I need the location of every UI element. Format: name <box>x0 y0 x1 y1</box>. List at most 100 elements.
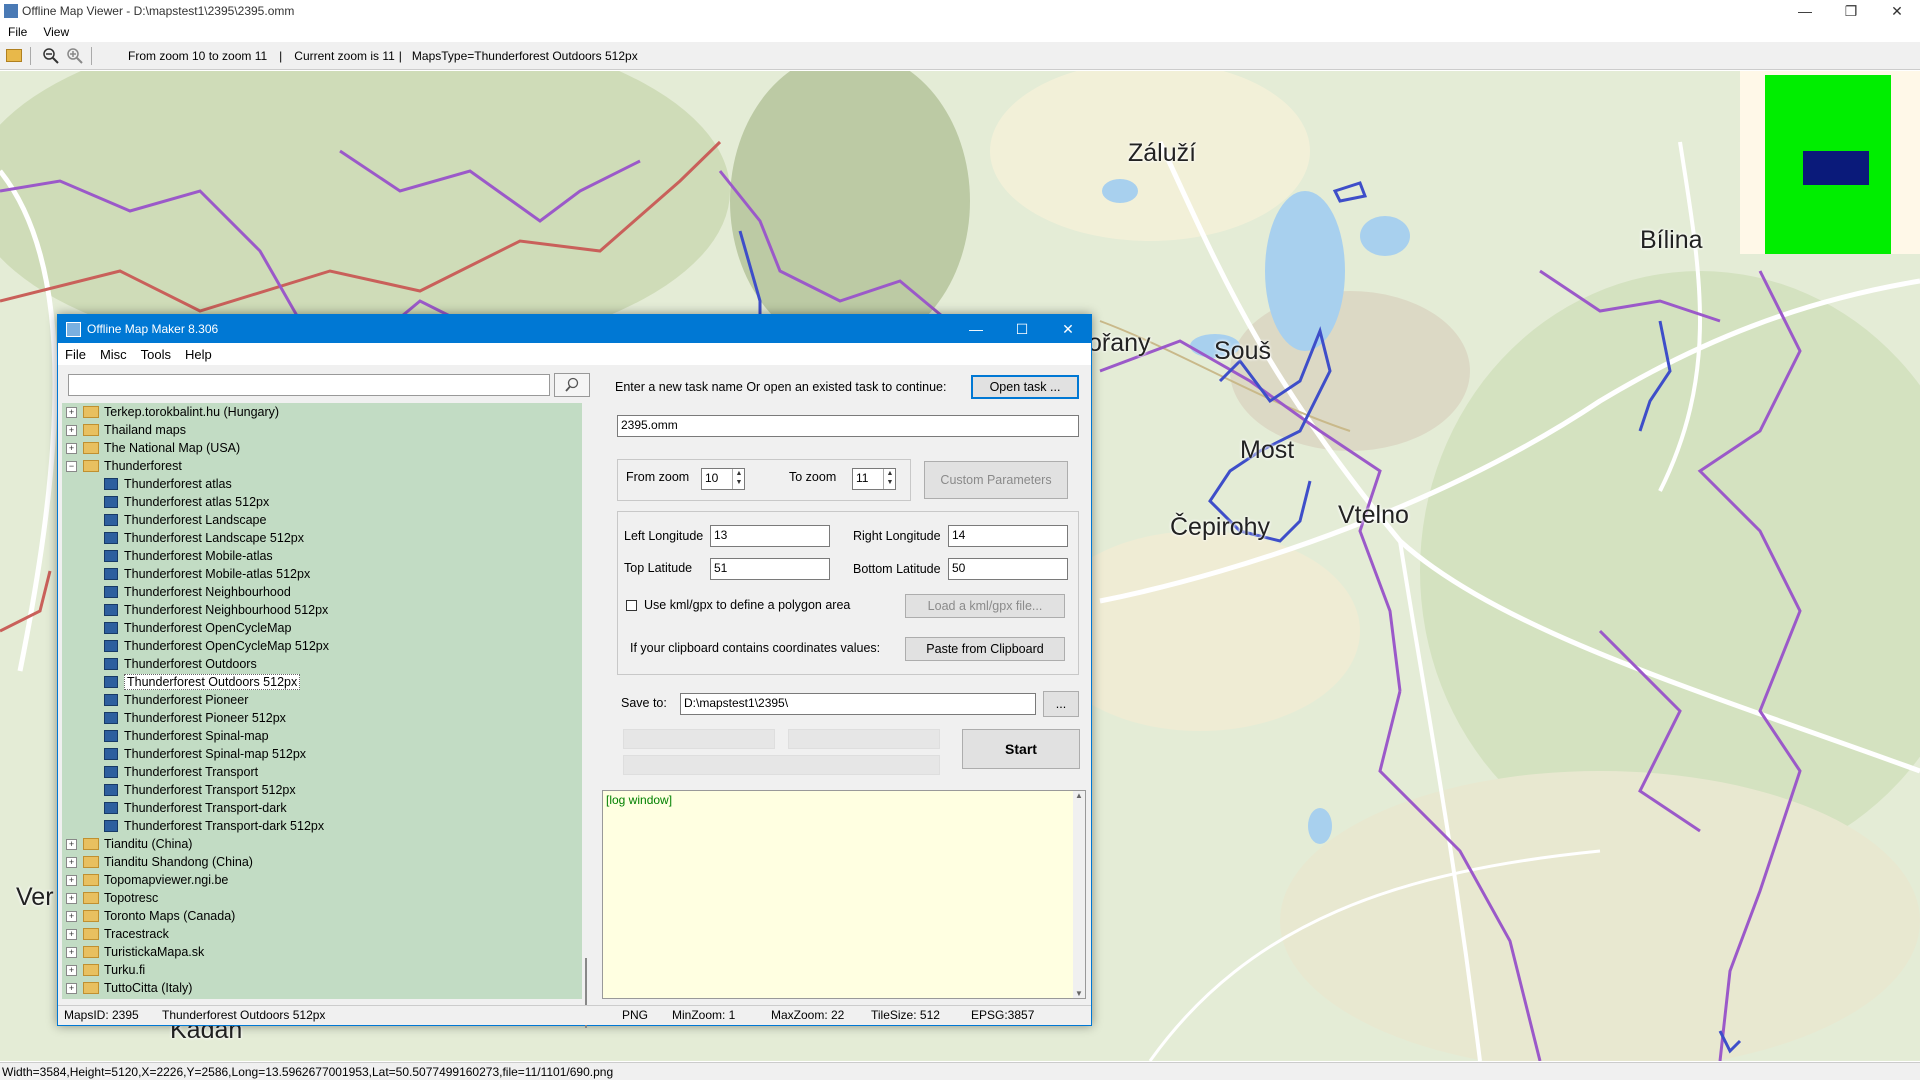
tree-map-row[interactable]: Thunderforest Transport <box>104 763 258 781</box>
tree-map-row[interactable]: Thunderforest Spinal-map <box>104 727 269 745</box>
tree-map-row[interactable]: Thunderforest OpenCycleMap <box>104 619 291 637</box>
log-window[interactable]: [log window] ▲ ▼ <box>602 790 1086 999</box>
maker-menu-file[interactable]: File <box>58 347 93 362</box>
maker-minimize-icon[interactable]: — <box>953 315 999 343</box>
expand-icon[interactable]: + <box>66 424 77 436</box>
minimize-icon[interactable]: — <box>1782 0 1828 22</box>
tree-map-row[interactable]: Thunderforest Neighbourhood 512px <box>104 601 328 619</box>
browse-button[interactable]: ... <box>1043 691 1079 717</box>
tree-map-row[interactable]: Thunderforest Pioneer <box>104 691 248 709</box>
paste-clipboard-button[interactable]: Paste from Clipboard <box>905 637 1065 661</box>
expand-icon[interactable]: + <box>66 874 77 886</box>
load-kml-button[interactable]: Load a kml/gpx file... <box>905 594 1065 618</box>
tree-map-row[interactable]: Thunderforest Outdoors 512px <box>104 673 301 691</box>
left-longitude-field[interactable]: 13 <box>710 525 830 547</box>
menu-view[interactable]: View <box>35 25 77 39</box>
tree-folder-row[interactable]: + Tianditu (China) <box>66 835 192 853</box>
log-scrollbar[interactable]: ▲ ▼ <box>1073 791 1085 998</box>
expand-icon[interactable]: + <box>66 964 77 976</box>
maker-menu-tools[interactable]: Tools <box>134 347 178 362</box>
expand-icon[interactable]: + <box>66 982 77 994</box>
tree-map-row[interactable]: Thunderforest atlas <box>104 475 232 493</box>
tree-folder-row[interactable]: + TuristickaMapa.sk <box>66 943 204 961</box>
tree-map-row[interactable]: Thunderforest Pioneer 512px <box>104 709 286 727</box>
tree-map-row[interactable]: Thunderforest Outdoors <box>104 655 257 673</box>
maps-tree[interactable]: + Terkep.torokbalint.hu (Hungary) + Thailan… <box>62 403 582 999</box>
tree-folder-row[interactable]: + Topotresc <box>66 889 158 907</box>
tree-folder-row[interactable]: + Toronto Maps (Canada) <box>66 907 235 925</box>
expand-icon[interactable]: + <box>66 838 77 850</box>
restore-icon[interactable]: ❐ <box>1828 0 1874 22</box>
toolbar-text-separator: | <box>279 48 283 63</box>
tree-folder-row[interactable]: + Terkep.torokbalint.hu (Hungary) <box>66 403 279 421</box>
tree-map-row[interactable]: Thunderforest Transport-dark <box>104 799 287 817</box>
tree-map-row[interactable]: Thunderforest Spinal-map 512px <box>104 745 306 763</box>
tree-folder-row[interactable]: + Turku.fi <box>66 961 145 979</box>
expand-icon[interactable]: + <box>66 910 77 922</box>
top-latitude-field[interactable]: 51 <box>710 558 830 580</box>
zoom-out-icon[interactable] <box>41 46 61 66</box>
open-task-button[interactable]: Open task ... <box>971 375 1079 399</box>
tree-folder-row[interactable]: + Topomapviewer.ngi.be <box>66 871 228 889</box>
tree-map-row[interactable]: Thunderforest Landscape <box>104 511 266 529</box>
expand-icon[interactable]: + <box>66 946 77 958</box>
tree-scrollbar[interactable] <box>582 403 594 1028</box>
tree-map-row[interactable]: Thunderforest Transport 512px <box>104 781 296 799</box>
tree-map-row[interactable]: Thunderforest OpenCycleMap 512px <box>104 637 329 655</box>
minimap-viewport[interactable] <box>1803 151 1869 185</box>
folder-icon <box>83 406 99 418</box>
start-button[interactable]: Start <box>962 729 1080 769</box>
collapse-icon[interactable]: − <box>66 460 77 472</box>
scroll-down-icon[interactable]: ▼ <box>1073 989 1085 998</box>
city-label: Čepirohy <box>1170 513 1271 541</box>
custom-parameters-button[interactable]: Custom Parameters <box>924 461 1068 499</box>
from-zoom-spinner[interactable]: ▲ ▼ <box>732 469 745 489</box>
tree-map-row[interactable]: Thunderforest Neighbourhood <box>104 583 291 601</box>
tree-folder-row[interactable]: + Thailand maps <box>66 421 186 439</box>
tree-folder-row[interactable]: + Tianditu Shandong (China) <box>66 853 253 871</box>
folder-icon <box>83 910 99 922</box>
expand-icon[interactable]: + <box>66 892 77 904</box>
map-search-input[interactable] <box>68 374 550 396</box>
expand-icon[interactable]: + <box>66 406 77 418</box>
open-folder-icon[interactable] <box>4 46 24 66</box>
status-min-zoom: MinZoom: 1 <box>672 1008 736 1022</box>
map-icon <box>104 712 118 724</box>
overview-minimap[interactable] <box>1740 71 1920 254</box>
progress-bar-total <box>623 755 940 775</box>
scroll-up-icon[interactable]: ▲ <box>1073 791 1085 800</box>
kml-checkbox[interactable] <box>626 600 637 611</box>
tree-folder-row[interactable]: + TuttoCitta (Italy) <box>66 979 192 997</box>
maker-maximize-icon[interactable]: ☐ <box>999 315 1045 343</box>
zoom-in-icon[interactable] <box>65 46 85 66</box>
from-zoom-label: From zoom <box>626 470 690 484</box>
map-icon <box>104 550 118 562</box>
tree-map-row[interactable]: Thunderforest Mobile-atlas <box>104 547 273 565</box>
tree-map-row[interactable]: Thunderforest Mobile-atlas 512px <box>104 565 310 583</box>
maker-menu-misc[interactable]: Misc <box>93 347 134 362</box>
search-button[interactable] <box>554 373 590 397</box>
maker-statusbar: MapsID: 2395 Thunderforest Outdoors 512p… <box>58 1005 1091 1025</box>
map-icon <box>104 640 118 652</box>
expand-icon[interactable]: + <box>66 928 77 940</box>
save-path-field[interactable]: D:\mapstest1\2395\ <box>680 693 1036 715</box>
maker-menu-help[interactable]: Help <box>178 347 219 362</box>
maker-close-icon[interactable]: ✕ <box>1045 315 1091 343</box>
tree-item-label: Thunderforest Outdoors <box>124 657 257 671</box>
expand-icon[interactable]: + <box>66 442 77 454</box>
expand-icon[interactable]: + <box>66 856 77 868</box>
task-name-field[interactable]: 2395.omm <box>617 415 1079 437</box>
map-icon <box>104 496 118 508</box>
tree-map-row[interactable]: Thunderforest Landscape 512px <box>104 529 304 547</box>
maker-titlebar: Offline Map Maker 8.306 — ☐ ✕ <box>58 315 1091 343</box>
tree-folder-row[interactable]: + Tracestrack <box>66 925 169 943</box>
tree-folder-row[interactable]: − Thunderforest <box>66 457 182 475</box>
bottom-latitude-field[interactable]: 50 <box>948 558 1068 580</box>
right-longitude-field[interactable]: 14 <box>948 525 1068 547</box>
close-icon[interactable]: ✕ <box>1874 0 1920 22</box>
tree-folder-row[interactable]: + The National Map (USA) <box>66 439 240 457</box>
tree-map-row[interactable]: Thunderforest Transport-dark 512px <box>104 817 324 835</box>
to-zoom-spinner[interactable]: ▲ ▼ <box>883 469 896 489</box>
tree-map-row[interactable]: Thunderforest atlas 512px <box>104 493 269 511</box>
menu-file[interactable]: File <box>0 25 35 39</box>
